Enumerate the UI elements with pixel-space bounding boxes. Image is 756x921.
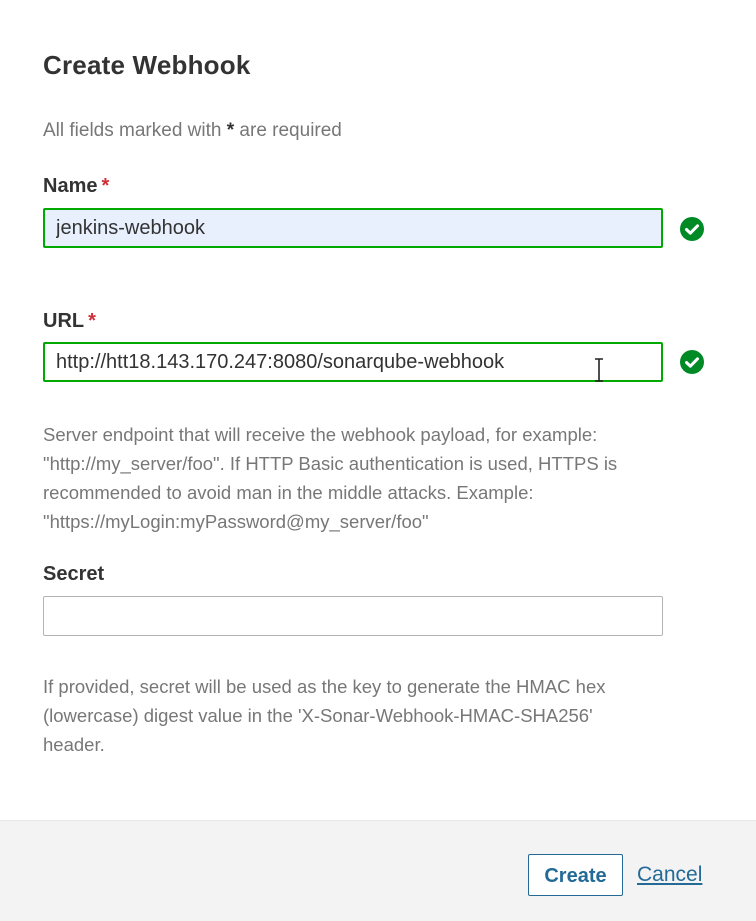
url-label-text: URL [43,310,85,332]
name-label-text: Name [43,175,98,197]
url-help-text: Server endpoint that will receive the we… [43,420,723,536]
secret-help-line: (lowercase) digest value in the 'X-Sonar… [43,705,593,726]
name-required-star: * [101,175,110,197]
name-label: Name * [43,175,109,198]
text-cursor-icon [592,357,606,383]
secret-label: Secret [43,563,104,586]
url-help-line: "https://myLogin:myPassword@my_server/fo… [43,511,429,532]
secret-help-line: If provided, secret will be used as the … [43,676,606,697]
create-webhook-dialog: Create Webhook All fields marked with * … [0,0,756,921]
secret-input[interactable] [43,596,663,636]
url-help-line: recommended to avoid man in the middle a… [43,482,534,503]
url-help-line: "http://my_server/foo". If HTTP Basic au… [43,453,618,474]
secret-help-line: header. [43,734,105,755]
secret-help-text: If provided, secret will be used as the … [43,672,723,759]
create-button[interactable]: Create [528,854,623,896]
url-help-line: Server endpoint that will receive the we… [43,424,598,445]
url-input[interactable] [43,342,663,382]
dialog-footer: Create Cancel [0,820,756,921]
url-required-star: * [88,310,96,332]
secret-label-text: Secret [43,563,105,585]
name-input[interactable] [43,208,663,248]
cancel-link[interactable]: Cancel [637,863,702,887]
check-circle-icon [680,217,704,241]
required-note-suffix: are required [239,120,342,141]
url-label: URL * [43,310,96,333]
check-circle-icon [680,350,704,374]
required-note-prefix: All fields marked with [43,120,222,141]
dialog-title: Create Webhook [43,50,251,80]
required-fields-note: All fields marked with * are required [43,120,342,142]
required-note-star: * [226,120,235,141]
